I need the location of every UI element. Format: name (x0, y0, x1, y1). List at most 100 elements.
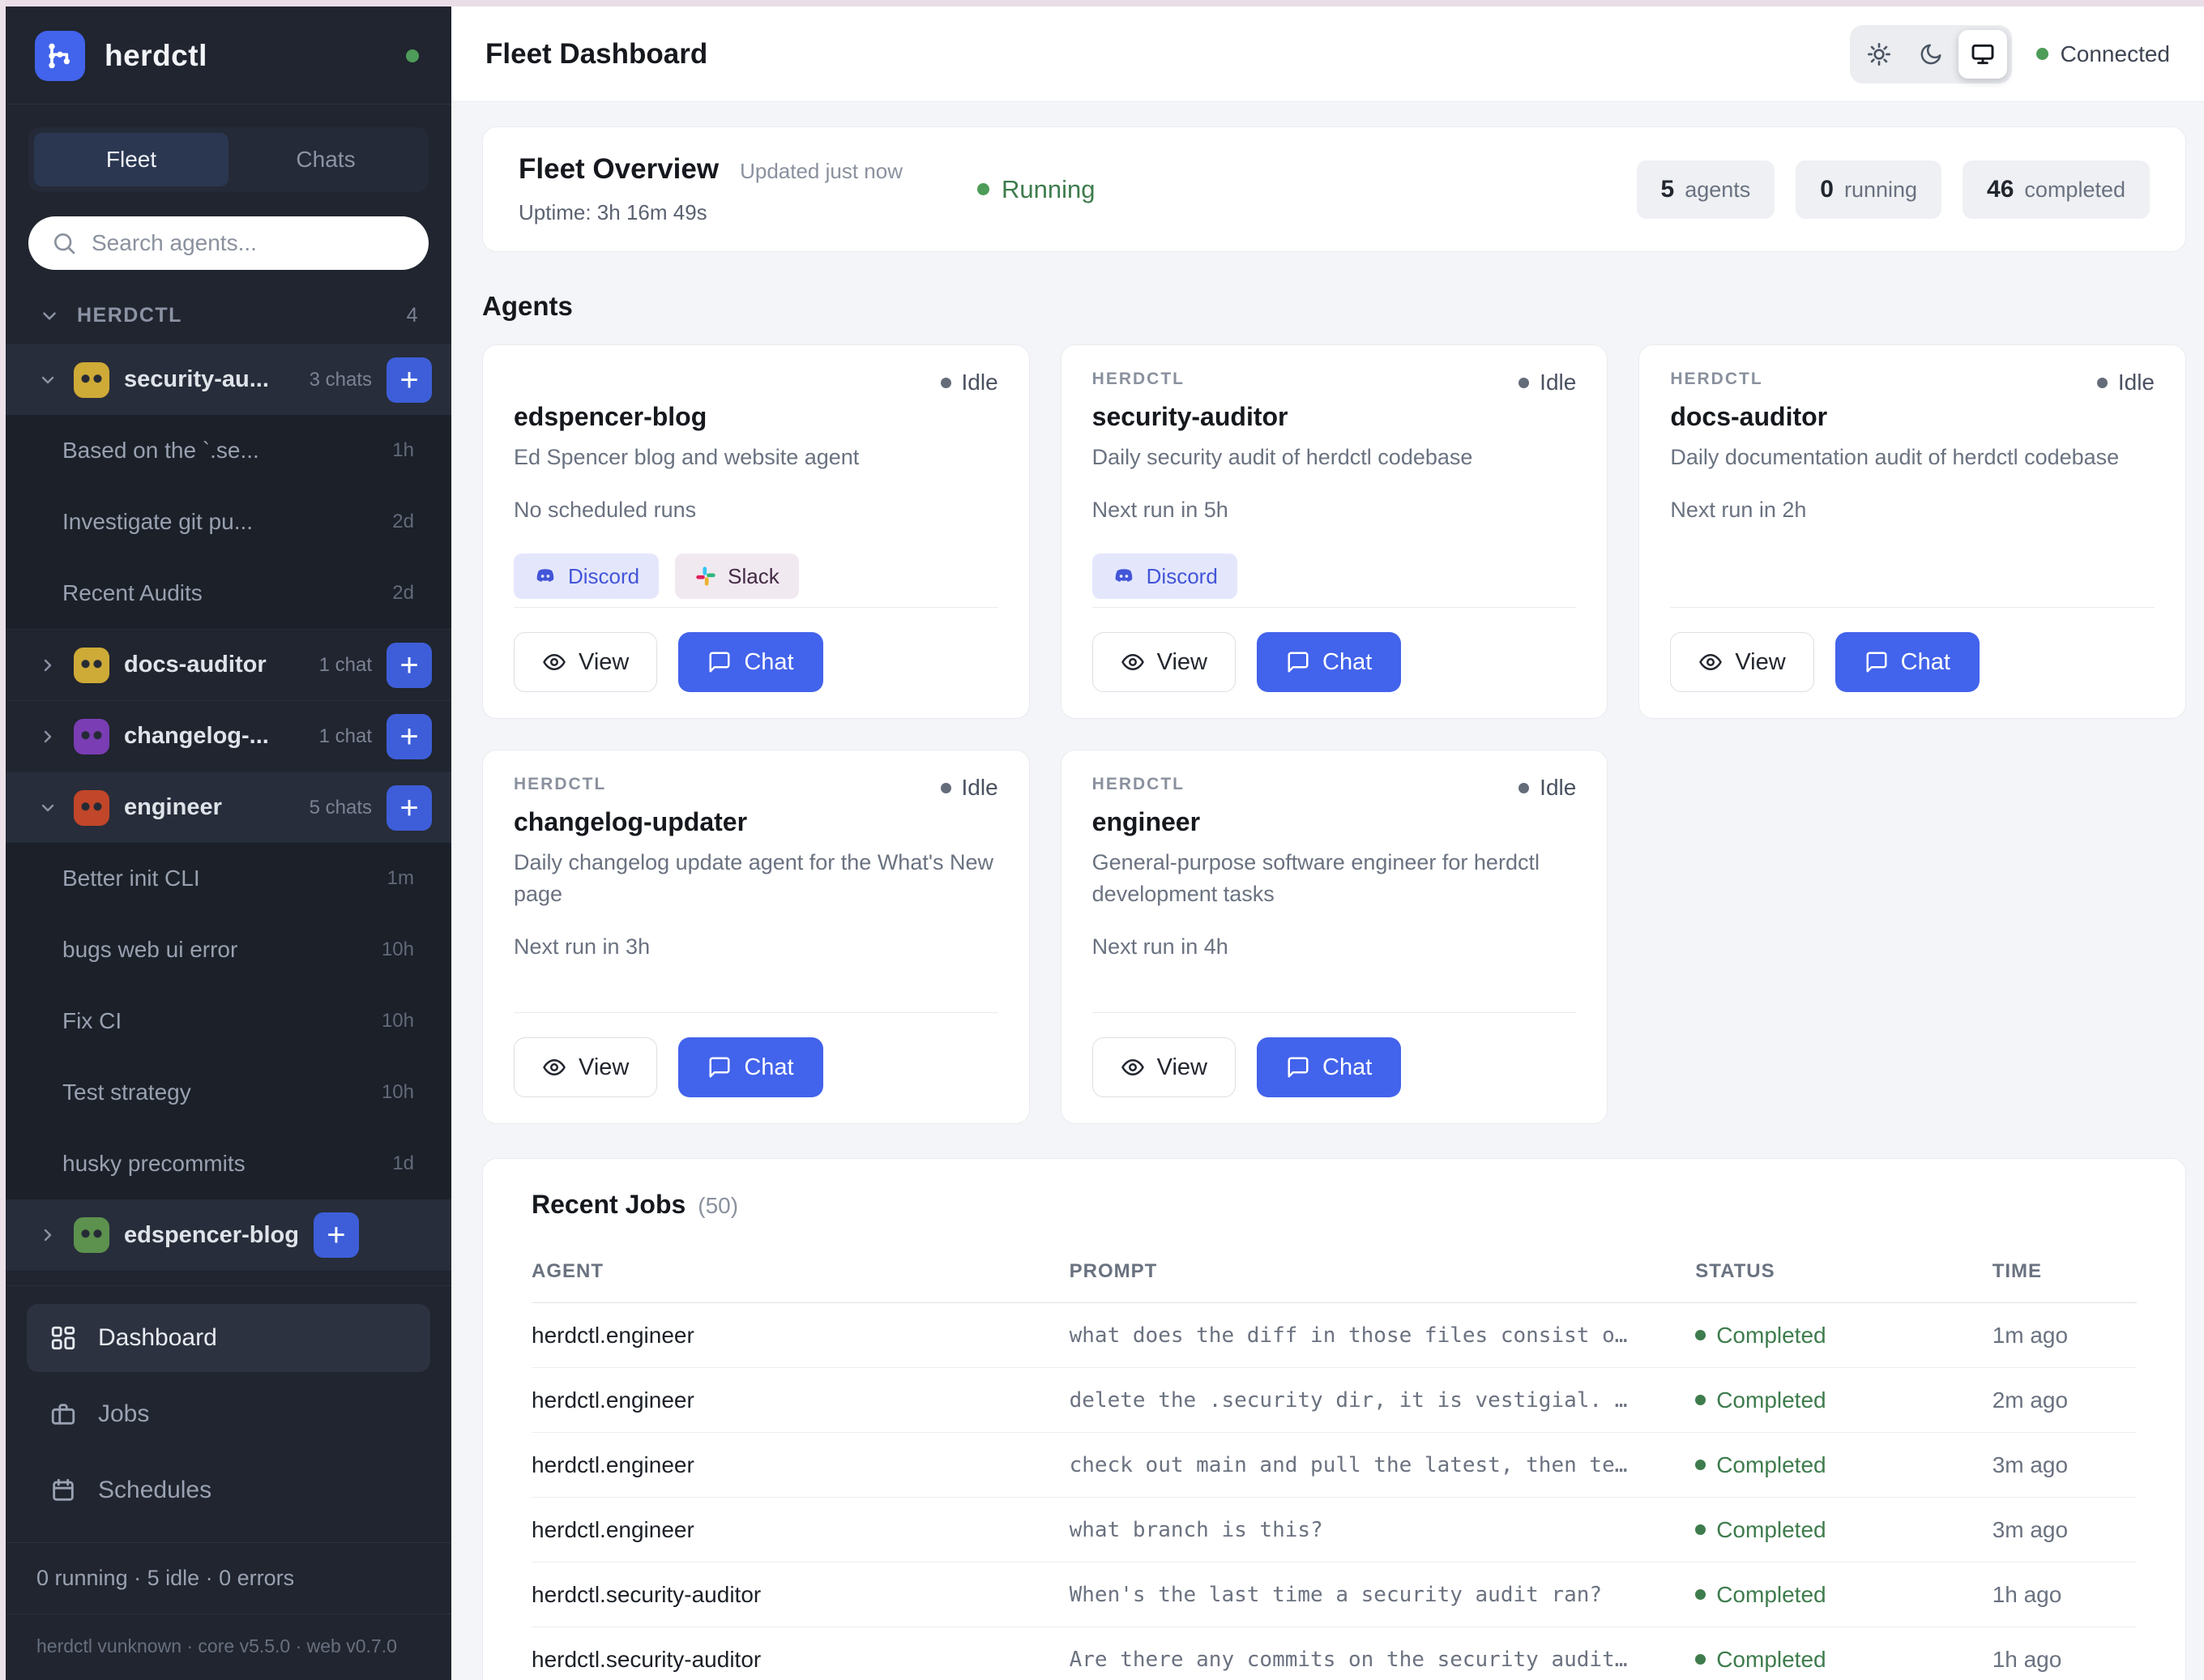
main-area: Fleet Dashboard (451, 6, 2204, 1680)
fleet-overview-card: Fleet Overview Updated just now Uptime: … (482, 126, 2186, 252)
view-button[interactable]: View (514, 632, 657, 692)
stat-running: 0 running (1796, 160, 1941, 219)
stat-completed: 46 completed (1963, 160, 2150, 219)
nav-label: Dashboard (98, 1324, 217, 1352)
chat-bubble-icon (1286, 650, 1310, 674)
discord-icon (1112, 564, 1136, 588)
robot-avatar-edspencer-blog (74, 1217, 109, 1253)
connection-status: Connected (2036, 41, 2170, 67)
dark-theme-button[interactable] (1907, 30, 1955, 79)
sidebar-item-jobs[interactable]: Jobs (27, 1380, 430, 1448)
table-row[interactable]: herdctl.security-auditor When's the last… (532, 1562, 2137, 1627)
window-left-edge (0, 0, 6, 1680)
new-chat-button[interactable]: + (387, 785, 432, 831)
chevron-down-icon (38, 306, 61, 327)
briefcase-icon (49, 1400, 77, 1428)
agent-card-security-auditor: HERDCTL Idle security-auditor Daily secu… (1061, 344, 1608, 719)
chat-item[interactable]: Recent Audits 2d (6, 558, 451, 629)
job-time: 1m ago (1993, 1303, 2137, 1368)
chat-item[interactable]: bugs web ui error 10h (6, 914, 451, 985)
chat-title: Investigate git pu... (62, 509, 253, 535)
tab-chats[interactable]: Chats (229, 133, 423, 186)
table-row[interactable]: herdctl.engineer delete the .security di… (532, 1368, 2137, 1433)
chat-title: bugs web ui error (62, 937, 237, 963)
chat-list-engineer: Better init CLI 1m bugs web ui error 10h… (6, 843, 451, 1199)
chat-item[interactable]: Investigate git pu... 2d (6, 486, 451, 558)
card-eyebrow: HERDCTL (514, 775, 606, 794)
job-status: Completed (1695, 1323, 1967, 1349)
view-button[interactable]: View (1092, 632, 1236, 692)
sidebar-header: herdctl (6, 6, 451, 105)
light-theme-button[interactable] (1855, 30, 1903, 79)
job-time: 3m ago (1993, 1433, 2137, 1498)
chat-time: 10h (382, 1010, 414, 1032)
fleet-status-summary: 0 running · 5 idle · 0 errors (6, 1542, 451, 1614)
eye-icon (542, 650, 566, 674)
table-row[interactable]: herdctl.engineer what does the diff in t… (532, 1303, 2137, 1368)
chat-button[interactable]: Chat (1257, 1037, 1401, 1097)
sidebar-item-docs-auditor[interactable]: docs-auditor 1 chat + (6, 629, 451, 700)
fleet-running-status: Running (977, 175, 1095, 204)
chat-item[interactable]: Better init CLI 1m (6, 843, 451, 914)
new-chat-button[interactable]: + (387, 357, 432, 403)
table-row[interactable]: herdctl.engineer what branch is this? Co… (532, 1498, 2137, 1562)
sidebar-item-schedules[interactable]: Schedules (27, 1456, 430, 1524)
robot-avatar-security-auditor (74, 362, 109, 398)
table-row[interactable]: herdctl.security-auditor Are there any c… (532, 1627, 2137, 1680)
completed-dot (1695, 1654, 1706, 1665)
search-input[interactable] (92, 230, 406, 256)
system-theme-button[interactable] (1958, 30, 2007, 79)
chat-button[interactable]: Chat (678, 1037, 822, 1097)
job-status: Completed (1695, 1647, 1967, 1673)
chat-button[interactable]: Chat (678, 632, 822, 692)
dashboard-content: Fleet Overview Updated just now Uptime: … (451, 102, 2204, 1680)
view-button[interactable]: View (1670, 632, 1813, 692)
sidebar-item-edspencer-blog[interactable]: edspencer-blog + (6, 1199, 451, 1271)
running-dot (977, 183, 989, 195)
job-prompt: check out main and pull the latest, then… (1070, 1433, 1696, 1498)
sidebar-item-security-auditor[interactable]: security-au... 3 chats + (6, 344, 451, 415)
tab-fleet[interactable]: Fleet (34, 133, 229, 186)
chat-item[interactable]: Test strategy 10h (6, 1057, 451, 1128)
agent-search[interactable] (28, 216, 429, 270)
sidebar-section-herdctl[interactable]: HERDCTL 4 (6, 270, 451, 344)
chat-item[interactable]: Based on the `.se... 1h (6, 415, 451, 486)
job-status: Completed (1695, 1387, 1967, 1413)
table-row[interactable]: herdctl.engineer check out main and pull… (532, 1433, 2137, 1498)
discord-icon (533, 564, 557, 588)
chat-item[interactable]: Fix CI 10h (6, 985, 451, 1057)
eye-icon (1121, 650, 1145, 674)
col-agent: AGENT (532, 1247, 1070, 1303)
eye-icon (1698, 650, 1723, 674)
agent-card-name: changelog-updater (514, 807, 998, 837)
chat-item[interactable]: husky precommits 1d (6, 1128, 451, 1199)
stat-agents: 5 agents (1637, 160, 1775, 219)
view-button[interactable]: View (514, 1037, 657, 1097)
chat-time: 2d (392, 511, 414, 533)
sidebar-nav: Dashboard Jobs Schedules (6, 1285, 451, 1542)
new-chat-button[interactable]: + (387, 714, 432, 759)
chat-bubble-icon (707, 1055, 732, 1079)
job-prompt: When's the last time a security audit ra… (1070, 1562, 1696, 1627)
job-time: 3m ago (1993, 1498, 2137, 1562)
job-time: 2m ago (1993, 1368, 2137, 1433)
agent-card-name: engineer (1092, 807, 1577, 837)
sidebar-item-changelog-updater[interactable]: changelog-... 1 chat + (6, 700, 451, 772)
overview-info: Fleet Overview Updated just now Uptime: … (519, 153, 972, 225)
overview-updated: Updated just now (740, 159, 903, 184)
agent-card-schedule: No scheduled runs (514, 498, 998, 523)
chat-button[interactable]: Chat (1257, 632, 1401, 692)
sidebar-item-engineer[interactable]: engineer 5 chats + (6, 772, 451, 843)
sidebar-item-dashboard[interactable]: Dashboard (27, 1304, 430, 1372)
channel-badges: Discord (1092, 554, 1577, 599)
agent-card-schedule: Next run in 4h (1092, 934, 1577, 960)
new-chat-button[interactable]: + (314, 1212, 359, 1258)
chat-button[interactable]: Chat (1835, 632, 1980, 692)
agent-card-desc: Daily changelog update agent for the Wha… (514, 847, 998, 910)
view-button[interactable]: View (1092, 1037, 1236, 1097)
grid-icon (49, 1324, 77, 1352)
sidebar-tabs: Fleet Chats (28, 127, 429, 192)
agent-card-schedule: Next run in 5h (1092, 498, 1577, 523)
new-chat-button[interactable]: + (387, 643, 432, 688)
eye-icon (1121, 1055, 1145, 1079)
